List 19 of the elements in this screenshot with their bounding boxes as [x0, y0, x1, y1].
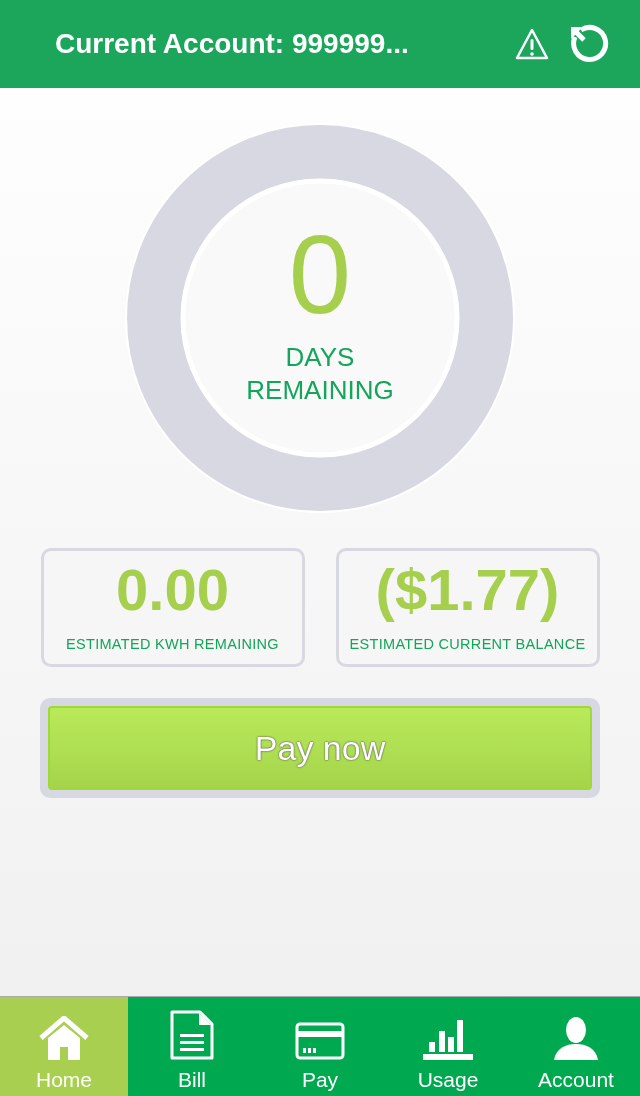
stat-value: 0.00 [116, 557, 229, 623]
warning-icon[interactable] [515, 28, 549, 60]
pay-now-button[interactable]: Pay now [48, 706, 592, 790]
days-value: 0 [288, 219, 352, 331]
bar-chart-icon [423, 1018, 473, 1060]
credit-card-icon [295, 1022, 345, 1060]
tab[interactable]: Bill [128, 997, 256, 1096]
house-icon [39, 1016, 89, 1060]
tab[interactable]: Account [512, 997, 640, 1096]
tab[interactable]: Home [0, 997, 128, 1096]
account-title: Current Account: 999999... [55, 28, 409, 60]
days-label: DAYS REMAINING [246, 341, 394, 407]
stat-label: ESTIMATED KWH REMAINING [66, 636, 279, 652]
stat-value: ($1.77) [375, 557, 560, 623]
document-icon [170, 1010, 214, 1060]
stat-label: ESTIMATED CURRENT BALANCE [349, 636, 586, 652]
tab[interactable]: Usage [384, 997, 512, 1096]
tab[interactable]: Pay [256, 997, 384, 1096]
person-icon [554, 1016, 598, 1060]
